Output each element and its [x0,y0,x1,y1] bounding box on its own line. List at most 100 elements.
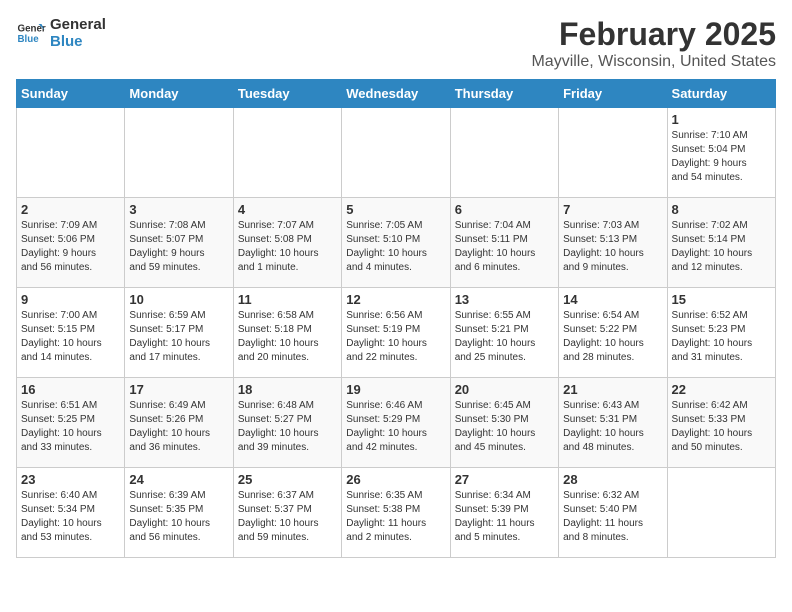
week-row-2: 2Sunrise: 7:09 AM Sunset: 5:06 PM Daylig… [17,198,776,288]
header-row: SundayMondayTuesdayWednesdayThursdayFrid… [17,80,776,108]
day-number: 11 [238,292,337,307]
week-row-5: 23 Sunrise: 6:40 AM Sunset: 5:34 PM Dayli… [17,468,776,558]
calendar-cell [450,108,558,198]
day-info: Sunrise: 7:10 AM Sunset: 5:04 PM Dayligh… [672,129,771,185]
day-info: Sunrise: 6:55 AM Sunset: 5:21 PM Dayligh… [455,309,554,365]
day-number: 4 [238,202,337,217]
calendar-cell: 11 Sunrise: 6:58 AM Sunset: 5:18 PM Dayli… [233,288,341,378]
calendar-cell: 5 Sunrise: 7:05 AM Sunset: 5:10 PM Daylig… [342,198,450,288]
week-row-1: 1 Sunrise: 7:10 AM Sunset: 5:04 PM Daylig… [17,108,776,198]
day-number: 18 [238,382,337,397]
day-info: Sunrise: 6:35 AM Sunset: 5:38 PM Dayligh… [346,489,445,545]
day-info: Sunrise: 6:48 AM Sunset: 5:27 PM Dayligh… [238,399,337,455]
day-number: 14 [563,292,662,307]
calendar-cell: 15 Sunrise: 6:52 AM Sunset: 5:23 PM Dayli… [667,288,775,378]
day-number: 13 [455,292,554,307]
day-info: Sunrise: 7:05 AM Sunset: 5:10 PM Dayligh… [346,219,445,275]
calendar-cell [559,108,667,198]
day-info: Sunrise: 6:59 AM Sunset: 5:17 PM Dayligh… [129,309,228,365]
svg-text:Blue: Blue [18,34,40,45]
header-day-tuesday: Tuesday [233,80,341,108]
day-info: Sunrise: 6:43 AM Sunset: 5:31 PM Dayligh… [563,399,662,455]
day-info: Sunrise: 6:56 AM Sunset: 5:19 PM Dayligh… [346,309,445,365]
day-info: Sunrise: 6:37 AM Sunset: 5:37 PM Dayligh… [238,489,337,545]
day-number: 1 [672,112,771,127]
day-number: 7 [563,202,662,217]
calendar-body: 1 Sunrise: 7:10 AM Sunset: 5:04 PM Daylig… [17,108,776,558]
day-number: 10 [129,292,228,307]
day-info: Sunrise: 7:08 AM Sunset: 5:07 PM Dayligh… [129,219,228,275]
day-number: 6 [455,202,554,217]
week-row-3: 9 Sunrise: 7:00 AM Sunset: 5:15 PM Daylig… [17,288,776,378]
day-info: Sunrise: 6:42 AM Sunset: 5:33 PM Dayligh… [672,399,771,455]
logo: General Blue General Blue [16,16,106,50]
day-number: 17 [129,382,228,397]
day-info: Sunrise: 6:40 AM Sunset: 5:34 PM Dayligh… [21,489,120,545]
logo-blue: Blue [50,33,106,50]
calendar-cell: 24 Sunrise: 6:39 AM Sunset: 5:35 PM Dayli… [125,468,233,558]
day-number: 15 [672,292,771,307]
calendar-cell: 2Sunrise: 7:09 AM Sunset: 5:06 PM Daylig… [17,198,125,288]
day-number: 20 [455,382,554,397]
calendar-cell: 17 Sunrise: 6:49 AM Sunset: 5:26 PM Dayli… [125,378,233,468]
day-info: Sunrise: 6:51 AM Sunset: 5:25 PM Dayligh… [21,399,120,455]
calendar-cell: 28 Sunrise: 6:32 AM Sunset: 5:40 PM Dayli… [559,468,667,558]
calendar-subtitle: Mayville, Wisconsin, United States [531,53,776,71]
day-number: 28 [563,472,662,487]
calendar-cell: 12 Sunrise: 6:56 AM Sunset: 5:19 PM Dayli… [342,288,450,378]
day-info: Sunrise: 6:46 AM Sunset: 5:29 PM Dayligh… [346,399,445,455]
day-number: 22 [672,382,771,397]
day-number: 12 [346,292,445,307]
header-day-thursday: Thursday [450,80,558,108]
calendar-cell: 20 Sunrise: 6:45 AM Sunset: 5:30 PM Dayli… [450,378,558,468]
calendar-cell: 13 Sunrise: 6:55 AM Sunset: 5:21 PM Dayli… [450,288,558,378]
day-info: Sunrise: 6:54 AM Sunset: 5:22 PM Dayligh… [563,309,662,365]
logo-general: General [50,16,106,33]
calendar-cell: 21 Sunrise: 6:43 AM Sunset: 5:31 PM Dayli… [559,378,667,468]
calendar-cell: 7 Sunrise: 7:03 AM Sunset: 5:13 PM Daylig… [559,198,667,288]
header-day-saturday: Saturday [667,80,775,108]
day-info: Sunrise: 6:58 AM Sunset: 5:18 PM Dayligh… [238,309,337,365]
title-area: February 2025 Mayville, Wisconsin, Unite… [531,16,776,71]
day-number: 21 [563,382,662,397]
calendar-cell: 26 Sunrise: 6:35 AM Sunset: 5:38 PM Dayli… [342,468,450,558]
header-day-sunday: Sunday [17,80,125,108]
day-number: 5 [346,202,445,217]
day-info: Sunrise: 7:02 AM Sunset: 5:14 PM Dayligh… [672,219,771,275]
day-number: 9 [21,292,120,307]
day-number: 24 [129,472,228,487]
calendar-title: February 2025 [531,16,776,53]
calendar-cell [342,108,450,198]
calendar-cell: 18 Sunrise: 6:48 AM Sunset: 5:27 PM Dayli… [233,378,341,468]
calendar-cell: 25 Sunrise: 6:37 AM Sunset: 5:37 PM Dayli… [233,468,341,558]
header-day-wednesday: Wednesday [342,80,450,108]
calendar-cell: 23 Sunrise: 6:40 AM Sunset: 5:34 PM Dayli… [17,468,125,558]
calendar-cell: 4Sunrise: 7:07 AM Sunset: 5:08 PM Daylig… [233,198,341,288]
day-number: 2 [21,202,120,217]
day-info: Sunrise: 6:32 AM Sunset: 5:40 PM Dayligh… [563,489,662,545]
calendar-cell [667,468,775,558]
day-info: Sunrise: 7:00 AM Sunset: 5:15 PM Dayligh… [21,309,120,365]
header-day-monday: Monday [125,80,233,108]
calendar-cell: 8Sunrise: 7:02 AM Sunset: 5:14 PM Daylig… [667,198,775,288]
day-info: Sunrise: 6:49 AM Sunset: 5:26 PM Dayligh… [129,399,228,455]
day-number: 23 [21,472,120,487]
day-info: Sunrise: 6:52 AM Sunset: 5:23 PM Dayligh… [672,309,771,365]
day-number: 26 [346,472,445,487]
day-number: 25 [238,472,337,487]
day-number: 19 [346,382,445,397]
calendar-cell [17,108,125,198]
day-info: Sunrise: 6:45 AM Sunset: 5:30 PM Dayligh… [455,399,554,455]
day-number: 3 [129,202,228,217]
calendar-cell: 3 Sunrise: 7:08 AM Sunset: 5:07 PM Daylig… [125,198,233,288]
day-info: Sunrise: 6:39 AM Sunset: 5:35 PM Dayligh… [129,489,228,545]
day-number: 16 [21,382,120,397]
day-info: Sunrise: 7:04 AM Sunset: 5:11 PM Dayligh… [455,219,554,275]
calendar-cell: 10 Sunrise: 6:59 AM Sunset: 5:17 PM Dayli… [125,288,233,378]
day-info: Sunrise: 7:03 AM Sunset: 5:13 PM Dayligh… [563,219,662,275]
calendar-cell: 6 Sunrise: 7:04 AM Sunset: 5:11 PM Daylig… [450,198,558,288]
header-day-friday: Friday [559,80,667,108]
week-row-4: 16 Sunrise: 6:51 AM Sunset: 5:25 PM Dayli… [17,378,776,468]
calendar-cell: 1 Sunrise: 7:10 AM Sunset: 5:04 PM Daylig… [667,108,775,198]
calendar-cell: 14 Sunrise: 6:54 AM Sunset: 5:22 PM Dayli… [559,288,667,378]
